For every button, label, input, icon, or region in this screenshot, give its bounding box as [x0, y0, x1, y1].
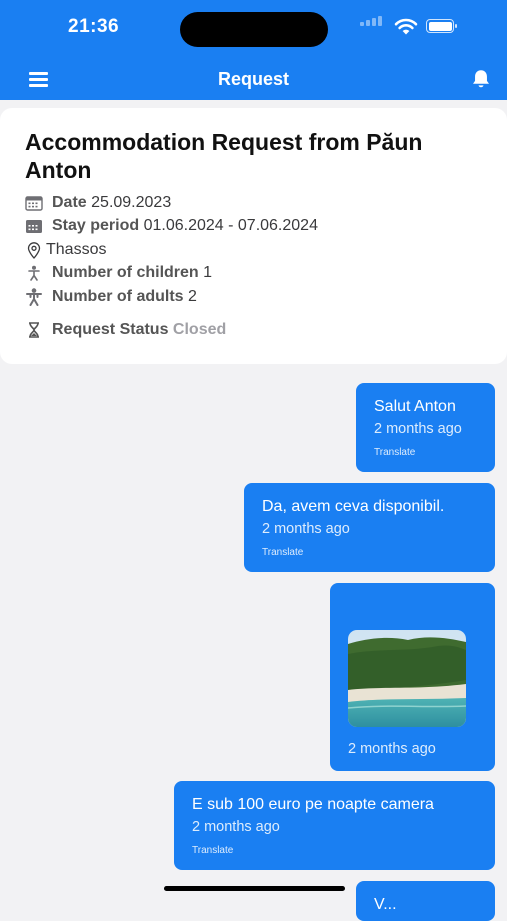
- chat-bubble[interactable]: V...: [356, 881, 495, 921]
- message-text: Salut Anton: [374, 398, 456, 415]
- request-status-value: Closed: [172, 321, 227, 338]
- chat-bubble-image[interactable]: 2 months ago: [330, 583, 495, 771]
- wifi-icon: [394, 18, 418, 35]
- message-time: 2 months ago: [374, 421, 462, 437]
- adults-value: 2: [188, 288, 197, 305]
- home-indicator[interactable]: [164, 886, 345, 891]
- chat-bubble[interactable]: Da, avem ceva disponibil. 2 months ago T…: [244, 483, 495, 572]
- children-label: Number of children: [52, 264, 199, 281]
- request-title: Accommodation Request from Păun Anton: [25, 129, 423, 183]
- bell-icon[interactable]: [470, 68, 492, 90]
- stay-period-label: Stay period: [52, 217, 140, 234]
- translate-link[interactable]: Translate: [262, 547, 303, 558]
- message-text: V...: [374, 896, 397, 913]
- chat-bubble[interactable]: Salut Anton 2 months ago Translate: [356, 383, 495, 472]
- message-time: 2 months ago: [192, 819, 280, 835]
- translate-link[interactable]: Translate: [374, 447, 415, 458]
- battery-icon: [426, 19, 457, 33]
- message-time: 2 months ago: [348, 741, 436, 757]
- adults-label: Number of adults: [52, 288, 184, 305]
- message-time: 2 months ago: [262, 521, 350, 537]
- dynamic-island: [180, 12, 328, 47]
- status-time: 21:36: [68, 16, 120, 37]
- children-value: 1: [203, 264, 213, 281]
- date-value: 25.09.2023: [91, 194, 172, 211]
- adult-icon: [26, 288, 42, 306]
- date-label: Date: [52, 194, 87, 211]
- chat-bubble[interactable]: E sub 100 euro pe noapte camera 2 months…: [174, 781, 495, 870]
- request-status-label: Request Status: [52, 321, 169, 338]
- calendar-range-icon: [26, 220, 42, 233]
- calendar-icon: [25, 196, 43, 211]
- location-pin-icon: [27, 242, 41, 259]
- message-text: E sub 100 euro pe noapte camera: [192, 796, 434, 813]
- hourglass-icon: [29, 322, 39, 338]
- child-icon: [28, 265, 40, 281]
- beach-photo[interactable]: [348, 630, 466, 727]
- stay-period-value: 01.06.2024 - 07.06.2024: [143, 217, 318, 234]
- translate-link[interactable]: Translate: [192, 845, 233, 856]
- page-title: Request: [217, 69, 289, 89]
- message-text: Da, avem ceva disponibil.: [262, 498, 445, 515]
- location-value: Thassos: [46, 241, 107, 258]
